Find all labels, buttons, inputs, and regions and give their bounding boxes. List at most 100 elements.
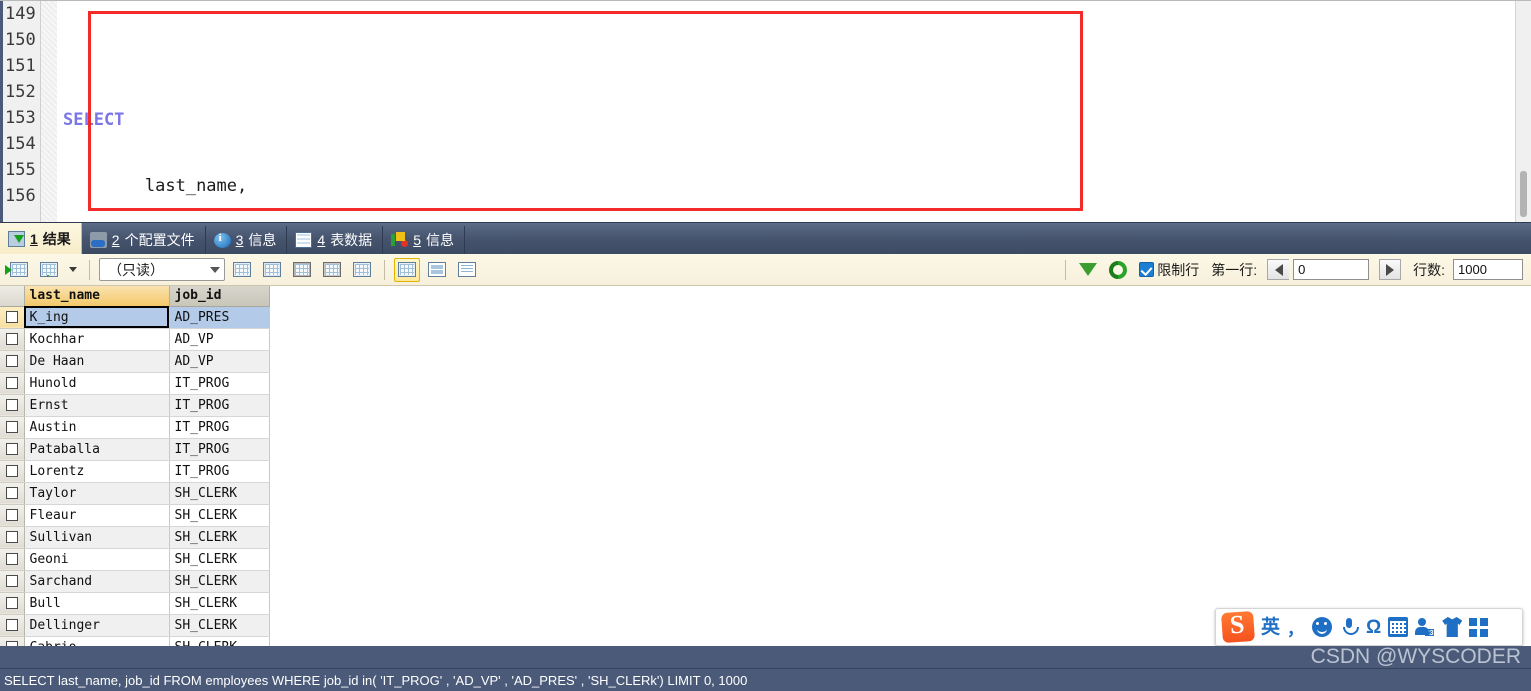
row-checkbox-cell[interactable] [0, 306, 25, 329]
cell-last-name[interactable]: K_ing [24, 306, 170, 329]
row-checkbox-cell[interactable] [0, 416, 25, 439]
cell-last-name[interactable]: Sullivan [24, 526, 170, 549]
row-checkbox-cell[interactable] [0, 372, 25, 395]
table-row[interactable]: Pataballa IT_PROG [0, 438, 270, 461]
refresh-button[interactable] [1105, 258, 1131, 282]
cell-job-id[interactable]: IT_PROG [169, 438, 270, 461]
cell-job-id[interactable]: SH_CLERK [169, 592, 270, 615]
row-checkbox-cell[interactable] [0, 548, 25, 571]
result-table[interactable]: last_name job_id K_ing AD_PRES Kochhar A… [0, 286, 270, 659]
row-checkbox[interactable] [5, 465, 18, 477]
export-wizard-button[interactable] [36, 258, 62, 282]
cell-job-id[interactable]: SH_CLERK [169, 614, 270, 637]
row-checkbox-cell[interactable] [0, 526, 25, 549]
view-form-button[interactable] [424, 258, 450, 282]
scrollbar-thumb[interactable] [1520, 171, 1527, 217]
row-checkbox[interactable] [5, 531, 18, 543]
export-grid-button[interactable] [5, 258, 32, 282]
table-row[interactable]: Lorentz IT_PROG [0, 460, 270, 483]
cell-job-id[interactable]: AD_VP [169, 328, 270, 351]
table-row[interactable]: Sullivan SH_CLERK [0, 526, 270, 549]
tab-info[interactable]: 3 信息 [206, 226, 288, 254]
table-row[interactable]: Dellinger SH_CLERK [0, 614, 270, 637]
row-checkbox[interactable] [5, 575, 18, 587]
row-checkbox-cell[interactable] [0, 438, 25, 461]
row-checkbox[interactable] [5, 333, 18, 345]
table-row[interactable]: Taylor SH_CLERK [0, 482, 270, 505]
column-header-job-id[interactable]: job_id [169, 286, 270, 307]
row-checkbox-cell[interactable] [0, 570, 25, 593]
row-checkbox-cell[interactable] [0, 504, 25, 527]
export-dropdown-button[interactable] [66, 258, 80, 282]
column-header-last-name[interactable]: last_name [24, 286, 170, 307]
row-checkbox-cell[interactable] [0, 394, 25, 417]
cell-job-id[interactable]: SH_CLERK [169, 504, 270, 527]
code-area[interactable]: SELECT last_name, job_id FROM employees … [41, 1, 1531, 222]
cell-last-name[interactable]: Pataballa [24, 438, 170, 461]
table-row[interactable]: Geoni SH_CLERK [0, 548, 270, 571]
emoji-icon[interactable] [1312, 617, 1333, 637]
table-row[interactable]: Kochhar AD_VP [0, 328, 270, 351]
soft-keyboard-icon[interactable] [1388, 617, 1409, 637]
cell-last-name[interactable]: Hunold [24, 372, 170, 395]
cell-job-id[interactable]: SH_CLERK [169, 482, 270, 505]
row-count-input[interactable] [1453, 259, 1523, 280]
sogou-logo-icon[interactable] [1220, 610, 1256, 644]
filter-button[interactable] [1075, 258, 1101, 295]
voice-input-icon[interactable] [1339, 617, 1360, 637]
cell-job-id[interactable]: IT_PROG [169, 394, 270, 417]
edit-mode-select[interactable]: （只读） [99, 258, 225, 281]
row-checkbox[interactable] [5, 597, 18, 609]
first-row-next-button[interactable] [1379, 259, 1402, 280]
row-checkbox-cell[interactable] [0, 482, 25, 505]
tab-profile[interactable]: 2 个配置文件 [82, 226, 206, 254]
sql-editor[interactable]: 149 150 151 152 153 154 155 156 SELECT l… [0, 0, 1531, 223]
symbol-icon[interactable]: Ω [1366, 618, 1381, 637]
table-row[interactable]: Fleaur SH_CLERK [0, 504, 270, 527]
table-row[interactable]: Austin IT_PROG [0, 416, 270, 439]
sogou-ime-toolbar[interactable]: 英 ， Ω 23 [1215, 608, 1523, 646]
table-row[interactable]: Ernst IT_PROG [0, 394, 270, 417]
row-checkbox[interactable] [5, 355, 18, 367]
user-icon[interactable]: 23 [1415, 617, 1436, 637]
select-all-header[interactable] [0, 286, 25, 307]
row-checkbox[interactable] [5, 487, 18, 499]
skin-icon[interactable] [1442, 617, 1463, 637]
view-grid-button[interactable] [394, 257, 420, 282]
tab-info-2[interactable]: 5 信息 [383, 226, 465, 254]
table-row[interactable]: K_ing AD_PRES [0, 306, 270, 329]
first-row-input[interactable] [1293, 259, 1370, 280]
revert-row-button[interactable] [259, 258, 285, 282]
editor-vertical-scrollbar[interactable] [1515, 1, 1531, 223]
ime-mode-label[interactable]: 英 [1261, 618, 1280, 637]
cell-last-name[interactable]: Ernst [24, 394, 170, 417]
apps-icon[interactable] [1469, 617, 1489, 637]
cell-last-name[interactable]: De Haan [24, 350, 170, 373]
row-checkbox-cell[interactable] [0, 328, 25, 351]
cell-last-name[interactable]: Bull [24, 592, 170, 615]
add-row-button[interactable] [229, 258, 255, 282]
row-checkbox[interactable] [5, 311, 18, 323]
cell-job-id[interactable]: AD_PRES [169, 306, 270, 329]
limit-rows-checkbox[interactable] [1139, 262, 1155, 277]
table-row[interactable]: De Haan AD_VP [0, 350, 270, 373]
cell-last-name[interactable]: Kochhar [24, 328, 170, 351]
row-checkbox[interactable] [5, 377, 18, 389]
row-checkbox[interactable] [5, 421, 18, 433]
view-text-button[interactable] [454, 258, 480, 282]
row-checkbox[interactable] [5, 553, 18, 565]
cell-job-id[interactable]: SH_CLERK [169, 526, 270, 549]
cell-last-name[interactable]: Sarchand [24, 570, 170, 593]
cell-job-id[interactable]: IT_PROG [169, 372, 270, 395]
tab-table-data[interactable]: 4 表数据 [287, 226, 384, 254]
cell-last-name[interactable]: Austin [24, 416, 170, 439]
row-checkbox[interactable] [5, 619, 18, 631]
first-row-prev-button[interactable] [1267, 259, 1290, 280]
cell-last-name[interactable]: Taylor [24, 482, 170, 505]
cell-job-id[interactable]: AD_VP [169, 350, 270, 373]
tab-result[interactable]: 1 结果 [0, 223, 82, 254]
row-checkbox[interactable] [5, 443, 18, 455]
cell-job-id[interactable]: IT_PROG [169, 416, 270, 439]
row-checkbox-cell[interactable] [0, 350, 25, 373]
limit-rows-toggle[interactable]: 限制行 [1139, 260, 1199, 280]
